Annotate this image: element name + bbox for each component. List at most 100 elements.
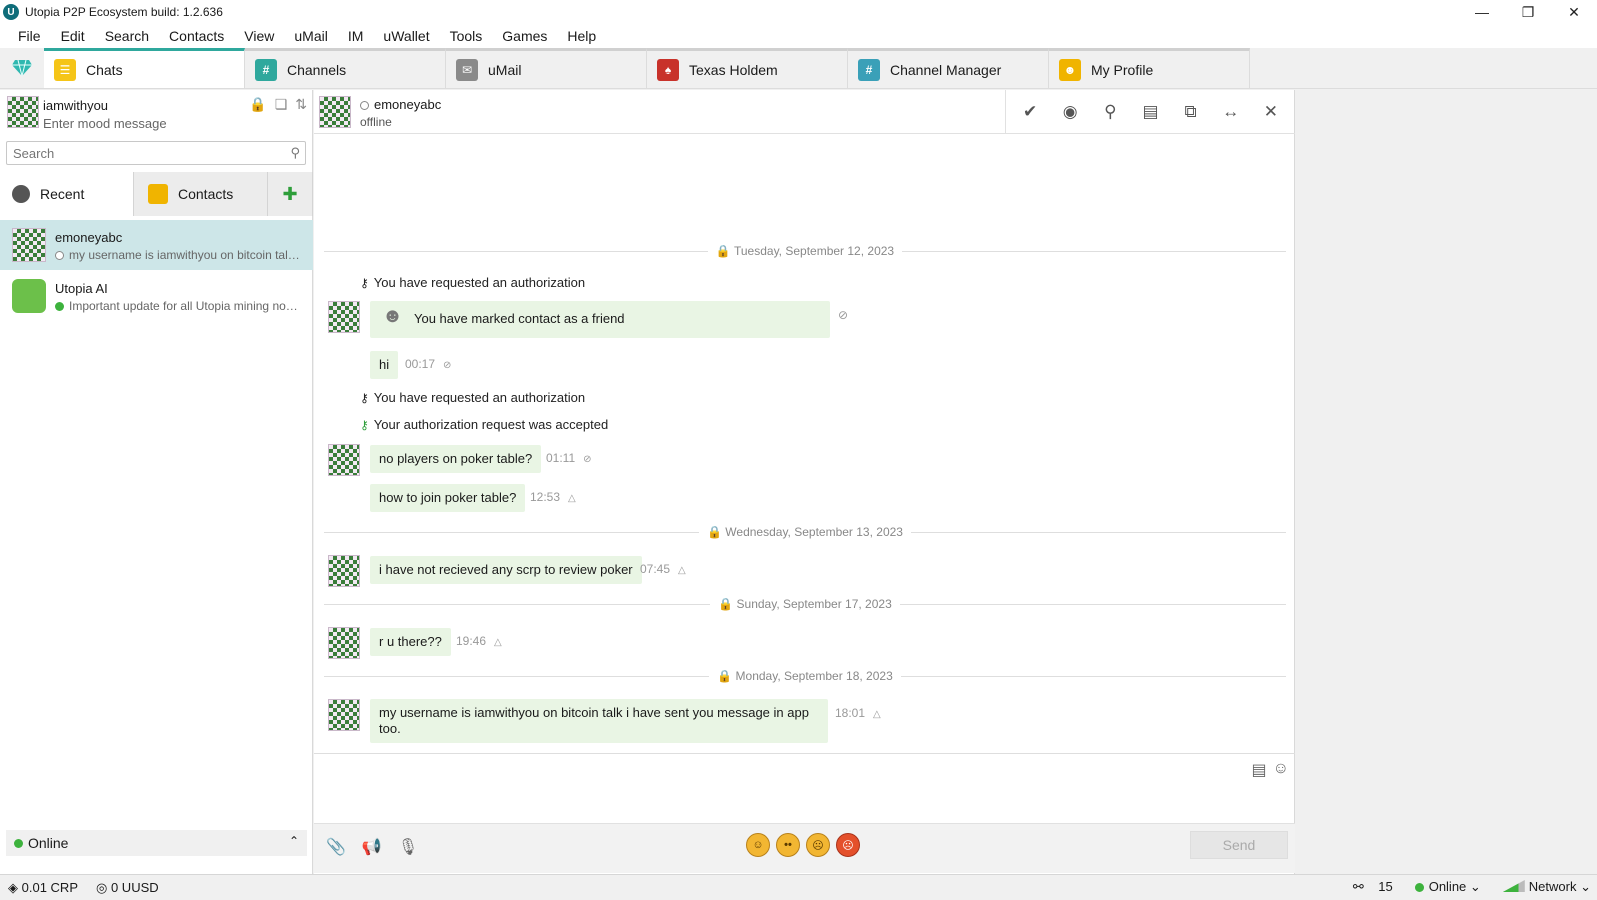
- avatar[interactable]: [319, 96, 351, 128]
- window-title: Utopia P2P Ecosystem build: 1.2.636: [25, 5, 223, 19]
- menu-contacts[interactable]: Contacts: [159, 28, 234, 44]
- avatar[interactable]: [328, 627, 360, 659]
- menu-view[interactable]: View: [234, 28, 284, 44]
- app-logo-icon: U: [3, 4, 19, 20]
- date-label: 🔒 Tuesday, September 12, 2023: [715, 244, 895, 258]
- menu-umail[interactable]: uMail: [284, 28, 337, 44]
- list-item[interactable]: Utopia AI Important update for all Utopi…: [0, 271, 313, 321]
- tab-recent[interactable]: Recent: [0, 172, 134, 216]
- share-contact-icon[interactable]: ▤: [1252, 760, 1267, 780]
- menu-im[interactable]: IM: [338, 28, 374, 44]
- copy-icon[interactable]: ❏: [275, 96, 288, 113]
- offline-status-icon: [55, 251, 64, 260]
- emoji-icon[interactable]: ☺: [1273, 760, 1289, 780]
- crp-balance[interactable]: ◈ 0.01 CRP: [8, 880, 78, 896]
- online-status-icon: [1414, 883, 1424, 892]
- menu-games[interactable]: Games: [492, 28, 557, 44]
- menu-uwallet[interactable]: uWallet: [373, 28, 439, 44]
- menu-search[interactable]: Search: [95, 28, 159, 44]
- megaphone-icon[interactable]: 📢: [362, 837, 382, 857]
- message-time: 00:17 ⊘: [405, 357, 452, 371]
- message-input[interactable]: [316, 756, 1234, 820]
- tab-channel-manager[interactable]: # Channel Manager: [848, 48, 1049, 88]
- restore-icon[interactable]: ❐: [1505, 0, 1551, 24]
- tab-contacts[interactable]: Contacts: [134, 172, 268, 216]
- message-time: 18:01 △: [835, 706, 881, 720]
- network-status: ⚯ 15 Online ⌄ Network ⌄: [1353, 879, 1591, 895]
- list-item[interactable]: emoneyabc my username is iamwithyou on b…: [0, 220, 313, 270]
- avatar[interactable]: [7, 96, 39, 128]
- date-separator: 🔒 Tuesday, September 12, 2023: [324, 244, 1287, 258]
- close-chat-icon[interactable]: ✕: [1256, 102, 1286, 122]
- attach-file-icon[interactable]: 📎: [326, 837, 346, 857]
- add-contact-icon: ✚: [282, 183, 298, 204]
- tab-umail[interactable]: ✉ uMail: [446, 48, 647, 88]
- search-input[interactable]: [7, 142, 277, 164]
- tab-label: Recent: [40, 186, 85, 202]
- contact-card-icon[interactable]: ▤: [1135, 102, 1165, 122]
- avatar[interactable]: [328, 699, 360, 731]
- sidebar-tabs: Recent Contacts ✚: [0, 172, 313, 216]
- lock-icon[interactable]: 🔒: [249, 96, 266, 113]
- tab-my-profile[interactable]: ☻ My Profile: [1049, 48, 1250, 88]
- tab-texas-holdem[interactable]: ♠ Texas Holdem: [647, 48, 848, 88]
- microphone-icon[interactable]: 🎙: [398, 837, 418, 857]
- peers-icon: ⚯: [1352, 879, 1364, 894]
- tab-channels[interactable]: # Channels: [245, 48, 446, 88]
- menu-help[interactable]: Help: [557, 28, 606, 44]
- smile-emoji-icon[interactable]: ☺: [746, 833, 770, 857]
- sad-emoji-icon[interactable]: ☹: [806, 833, 830, 857]
- channels-icon: #: [255, 58, 277, 81]
- message-bubble: my username is iamwithyou on bitcoin tal…: [370, 699, 828, 743]
- add-contact-button[interactable]: ✚: [268, 172, 313, 216]
- avatar[interactable]: [328, 555, 360, 587]
- send-button[interactable]: Send: [1190, 831, 1288, 859]
- popout-icon[interactable]: ⧉: [1176, 102, 1206, 122]
- tab-chats[interactable]: ☰ Chats: [44, 48, 245, 88]
- diamond-icon[interactable]: [0, 48, 44, 88]
- message-bubble: i have not recieved any scrp to review p…: [370, 556, 642, 584]
- minimize-icon[interactable]: —: [1459, 0, 1505, 24]
- mood-message-field[interactable]: Enter mood message: [43, 116, 167, 131]
- neutral-emoji-icon[interactable]: ••: [776, 833, 800, 857]
- peers-count[interactable]: ⚯ 15: [1353, 879, 1393, 895]
- expand-horizontal-icon[interactable]: ↔: [1216, 102, 1246, 122]
- online-status-dropdown[interactable]: Online ⌄: [1414, 879, 1481, 895]
- main-tab-bar: ☰ Chats # Channels ✉ uMail ♠ Texas Holde…: [0, 48, 1597, 89]
- chat-settings-icon[interactable]: ◉: [1055, 102, 1085, 122]
- signal-bars-icon: [1502, 880, 1525, 892]
- avatar[interactable]: [328, 444, 360, 476]
- authorize-icon[interactable]: ✔: [1015, 102, 1045, 122]
- search-icon[interactable]: ⚲: [1095, 102, 1125, 122]
- chats-icon: ☰: [54, 58, 76, 81]
- compose-tools: 📎 📢 🎙: [326, 837, 418, 857]
- search-icon[interactable]: ⚲: [290, 145, 300, 161]
- sort-icon[interactable]: ⇅: [295, 96, 307, 113]
- compose-icons: ▤ ☺: [1252, 760, 1289, 780]
- close-window-icon[interactable]: ✕: [1551, 0, 1597, 24]
- status-selector[interactable]: Online ⌃: [6, 830, 307, 856]
- tab-label: Channels: [287, 61, 347, 78]
- my-nickname: iamwithyou: [43, 98, 109, 113]
- network-dropdown[interactable]: Network ⌄: [1502, 879, 1591, 895]
- quick-emojis: ☺ •• ☹ ☹: [746, 833, 860, 857]
- uusd-balance[interactable]: ◎ 0 UUSD: [96, 880, 159, 896]
- menu-tools[interactable]: Tools: [440, 28, 493, 44]
- cards-icon: ♠: [657, 58, 679, 81]
- angry-emoji-icon[interactable]: ☹: [836, 833, 860, 857]
- key-icon: ⚷: [360, 391, 369, 405]
- crp-icon: ◈: [8, 879, 18, 895]
- menu-edit[interactable]: Edit: [51, 28, 95, 44]
- menu-file[interactable]: File: [8, 28, 51, 44]
- menu-bar: File Edit Search Contacts View uMail IM …: [0, 24, 1597, 48]
- my-profile-header: iamwithyou Enter mood message 🔒 ❏ ⇅: [0, 90, 313, 134]
- chat-toolbar: ✔ ◉ ⚲ ▤ ⧉ ↔ ✕: [1005, 90, 1295, 134]
- tab-label: Texas Holdem: [689, 61, 778, 78]
- conversation-name: emoneyabc: [55, 230, 123, 245]
- status-bar: ◈ 0.01 CRP ◎ 0 UUSD ⚯ 15 Online ⌄ Networ…: [0, 874, 1597, 900]
- message-compose: ▤ ☺: [314, 753, 1295, 823]
- seen-icon: ⊘: [838, 308, 849, 322]
- avatar[interactable]: [328, 301, 360, 333]
- compose-toolbar: 📎 📢 🎙 ☺ •• ☹ ☹ Send: [314, 823, 1295, 873]
- date-separator: 🔒 Wednesday, September 13, 2023: [324, 525, 1286, 539]
